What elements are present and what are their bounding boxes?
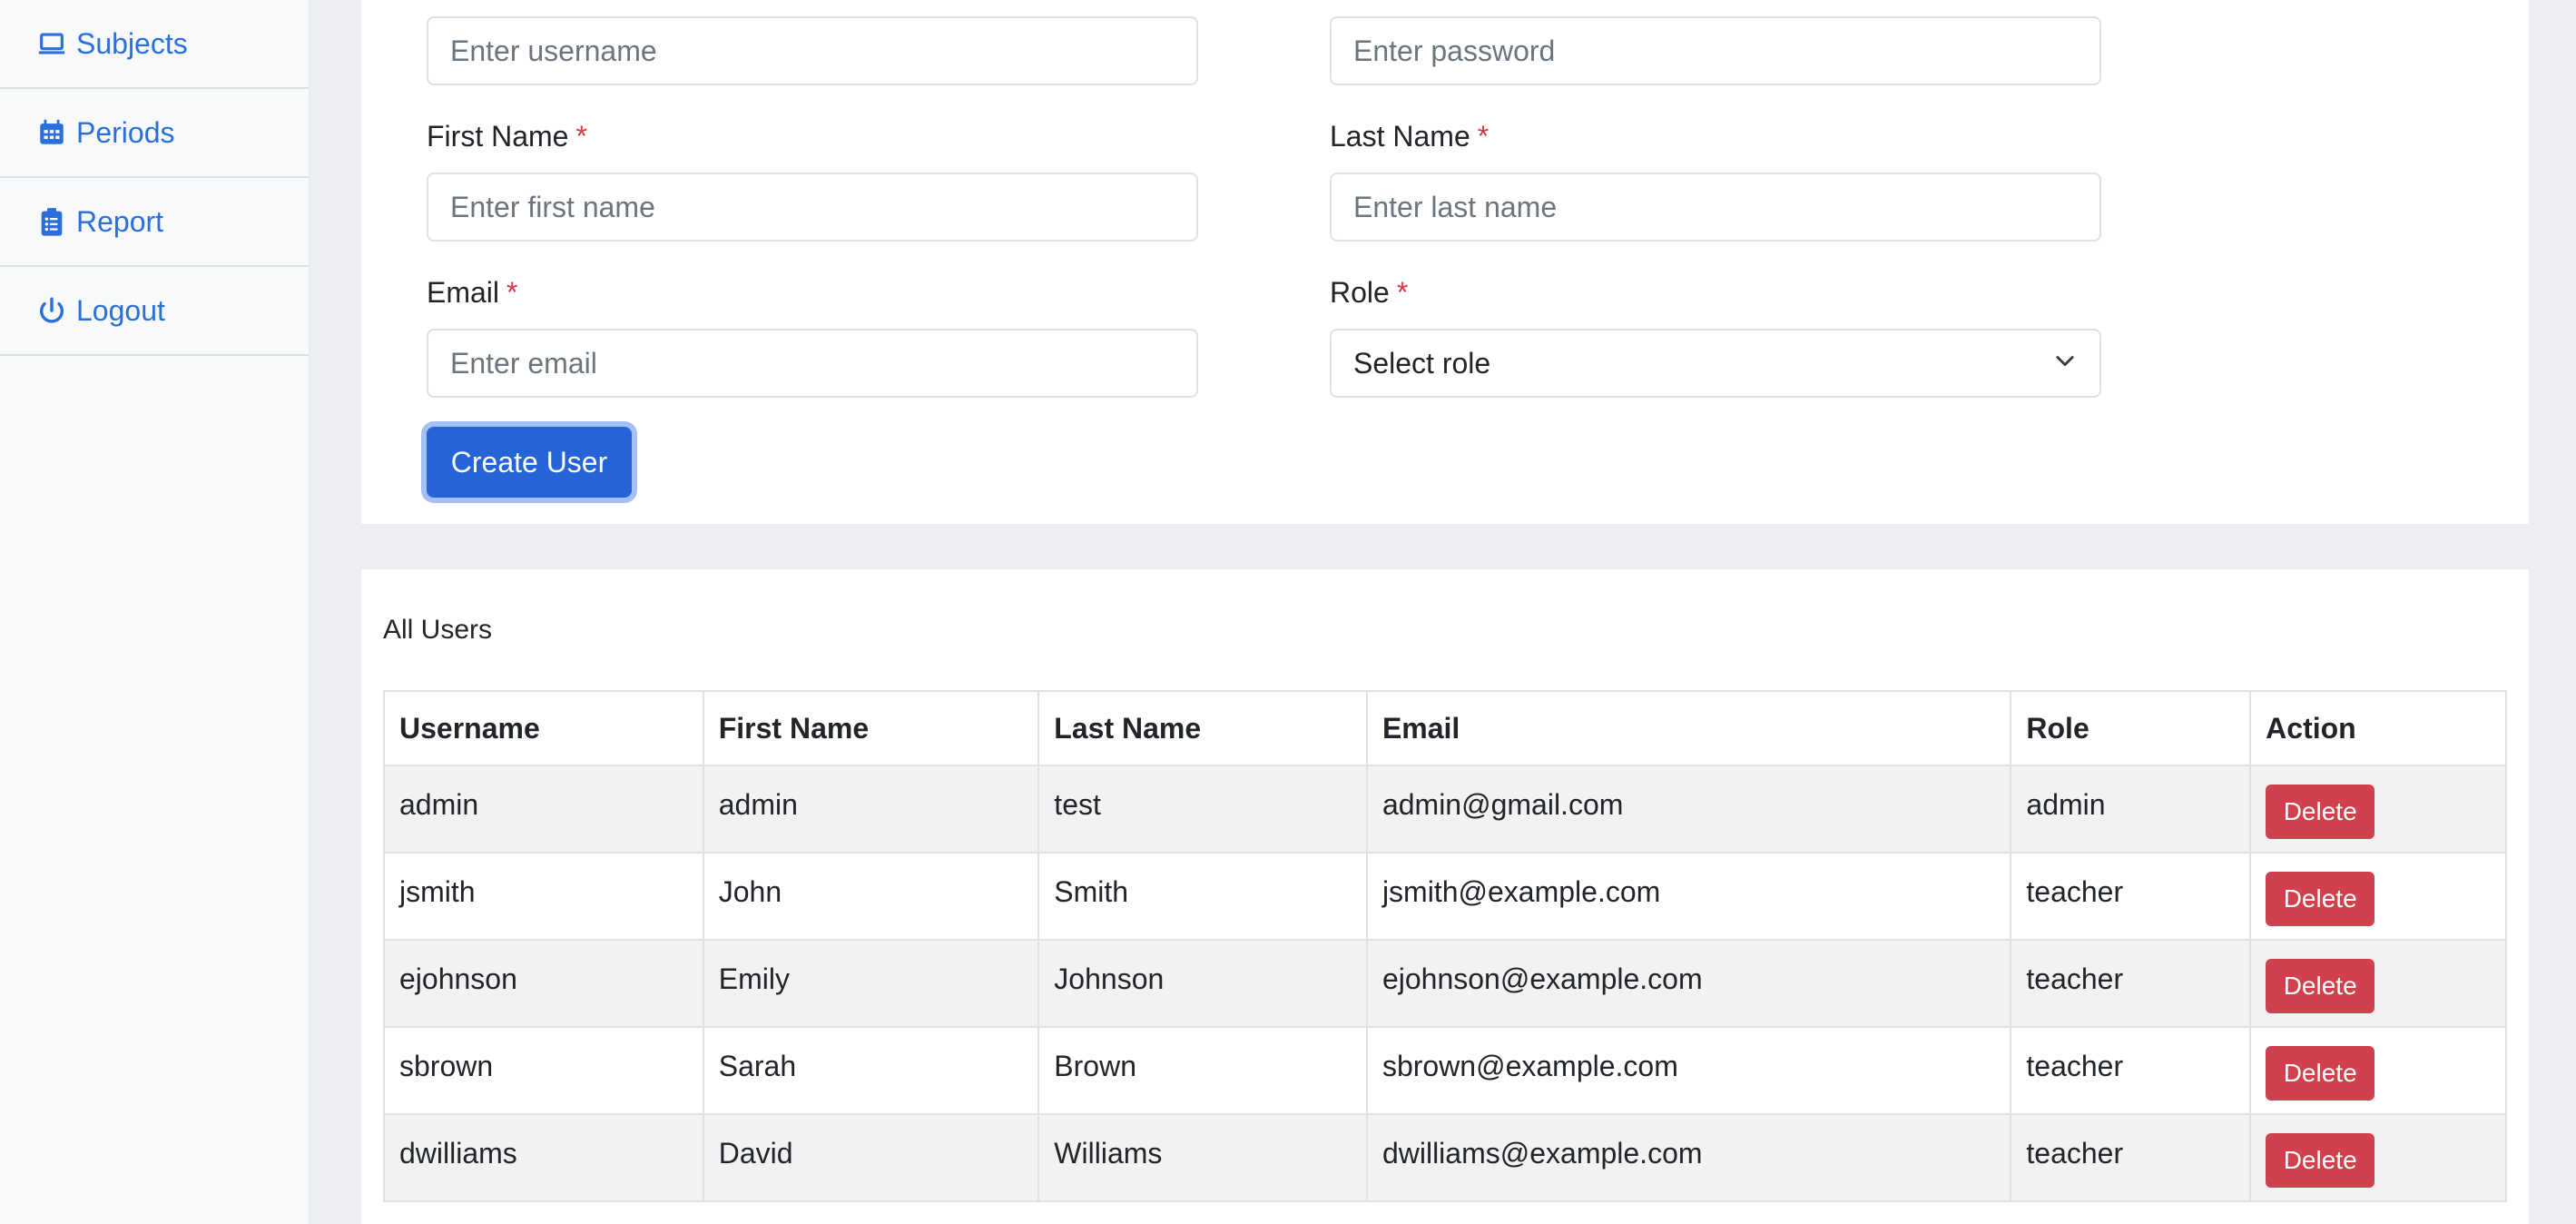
cell-username: jsmith — [383, 852, 704, 941]
sidebar-item-label: Periods — [76, 115, 175, 149]
cell-first-name: admin — [702, 765, 1040, 854]
cell-action: Delete — [2249, 1113, 2507, 1202]
email-label: Email * — [427, 276, 517, 310]
required-marker: * — [1477, 120, 1490, 153]
header-email: Email — [1365, 690, 2012, 766]
required-marker: * — [506, 276, 518, 309]
last-name-label: Last Name * — [1330, 120, 1489, 153]
username-input[interactable] — [427, 16, 1198, 85]
cell-action: Delete — [2249, 852, 2507, 941]
required-marker: * — [575, 120, 587, 153]
users-table-card: All Users Username First Name Last Name … — [361, 569, 2529, 1224]
cell-username: sbrown — [383, 1026, 704, 1115]
power-icon — [36, 295, 67, 326]
cell-action: Delete — [2249, 765, 2507, 854]
header-role: Role — [2010, 690, 2252, 766]
delete-button[interactable]: Delete — [2266, 785, 2375, 839]
cell-email: sbrown@example.com — [1365, 1026, 2012, 1115]
last-name-label-text: Last Name — [1330, 120, 1470, 153]
cell-first-name: John — [702, 852, 1040, 941]
clipboard-list-icon — [36, 206, 67, 237]
cell-action: Delete — [2249, 939, 2507, 1028]
cell-first-name: Sarah — [702, 1026, 1040, 1115]
sidebar-item-logout[interactable]: Logout — [0, 267, 309, 356]
sidebar-item-label: Report — [76, 204, 164, 238]
last-name-input[interactable] — [1330, 173, 2101, 242]
cell-username: dwilliams — [383, 1113, 704, 1202]
delete-button[interactable]: Delete — [2266, 959, 2375, 1013]
sidebar: Subjects Periods Report Logout — [0, 0, 310, 1224]
cell-username: admin — [383, 765, 704, 854]
cell-last-name: Brown — [1037, 1026, 1368, 1115]
role-select-value: Select role — [1353, 346, 1491, 380]
cell-email: ejohnson@example.com — [1365, 939, 2012, 1028]
sidebar-item-report[interactable]: Report — [0, 178, 309, 267]
table-header-row: Username First Name Last Name Email Role… — [383, 690, 2507, 766]
table-row: jsmith John Smith jsmith@example.com tea… — [383, 852, 2507, 941]
cell-role: admin — [2010, 765, 2252, 854]
header-first-name: First Name — [702, 690, 1040, 766]
header-action: Action — [2249, 690, 2507, 766]
delete-button[interactable]: Delete — [2266, 1133, 2375, 1188]
cell-username: ejohnson — [383, 939, 704, 1028]
cell-action: Delete — [2249, 1026, 2507, 1115]
table-row: ejohnson Emily Johnson ejohnson@example.… — [383, 939, 2507, 1028]
sidebar-item-label: Subjects — [76, 26, 188, 60]
cell-last-name: Johnson — [1037, 939, 1368, 1028]
cell-email: dwilliams@example.com — [1365, 1113, 2012, 1202]
sidebar-item-periods[interactable]: Periods — [0, 89, 309, 178]
first-name-input[interactable] — [427, 173, 1198, 242]
cell-first-name: David — [702, 1113, 1040, 1202]
sidebar-item-label: Logout — [76, 293, 165, 327]
cell-email: admin@gmail.com — [1365, 765, 2012, 854]
table-row: sbrown Sarah Brown sbrown@example.com te… — [383, 1026, 2507, 1115]
required-marker: * — [1396, 276, 1409, 309]
chevron-down-icon — [2052, 347, 2078, 380]
cell-first-name: Emily — [702, 939, 1040, 1028]
calendar-icon — [36, 117, 67, 148]
table-row: dwilliams David Williams dwilliams@examp… — [383, 1113, 2507, 1202]
cell-role: teacher — [2010, 1026, 2252, 1115]
role-select[interactable]: Select role — [1330, 329, 2101, 398]
cell-role: teacher — [2010, 852, 2252, 941]
sidebar-item-subjects[interactable]: Subjects — [0, 0, 309, 89]
first-name-label-text: First Name — [427, 120, 569, 153]
users-table: Username First Name Last Name Email Role… — [383, 690, 2507, 1202]
role-label-text: Role — [1330, 276, 1390, 309]
create-user-button[interactable]: Create User — [427, 427, 632, 498]
cell-role: teacher — [2010, 1113, 2252, 1202]
role-label: Role * — [1330, 276, 1408, 310]
first-name-label: First Name * — [427, 120, 587, 153]
email-label-text: Email — [427, 276, 500, 309]
users-table-title: All Users — [383, 615, 493, 645]
header-username: Username — [383, 690, 704, 766]
cell-last-name: Smith — [1037, 852, 1368, 941]
table-row: admin admin test admin@gmail.com admin D… — [383, 765, 2507, 854]
cell-email: jsmith@example.com — [1365, 852, 2012, 941]
create-user-form: First Name* Last Name* Email* Role* Sele… — [361, 0, 2529, 524]
delete-button[interactable]: Delete — [2266, 872, 2375, 926]
cell-last-name: Williams — [1037, 1113, 1368, 1202]
laptop-icon — [36, 28, 67, 59]
password-input[interactable] — [1330, 16, 2101, 85]
delete-button[interactable]: Delete — [2266, 1046, 2375, 1101]
email-input[interactable] — [427, 329, 1198, 398]
header-last-name: Last Name — [1037, 690, 1368, 766]
cell-last-name: test — [1037, 765, 1368, 854]
cell-role: teacher — [2010, 939, 2252, 1028]
